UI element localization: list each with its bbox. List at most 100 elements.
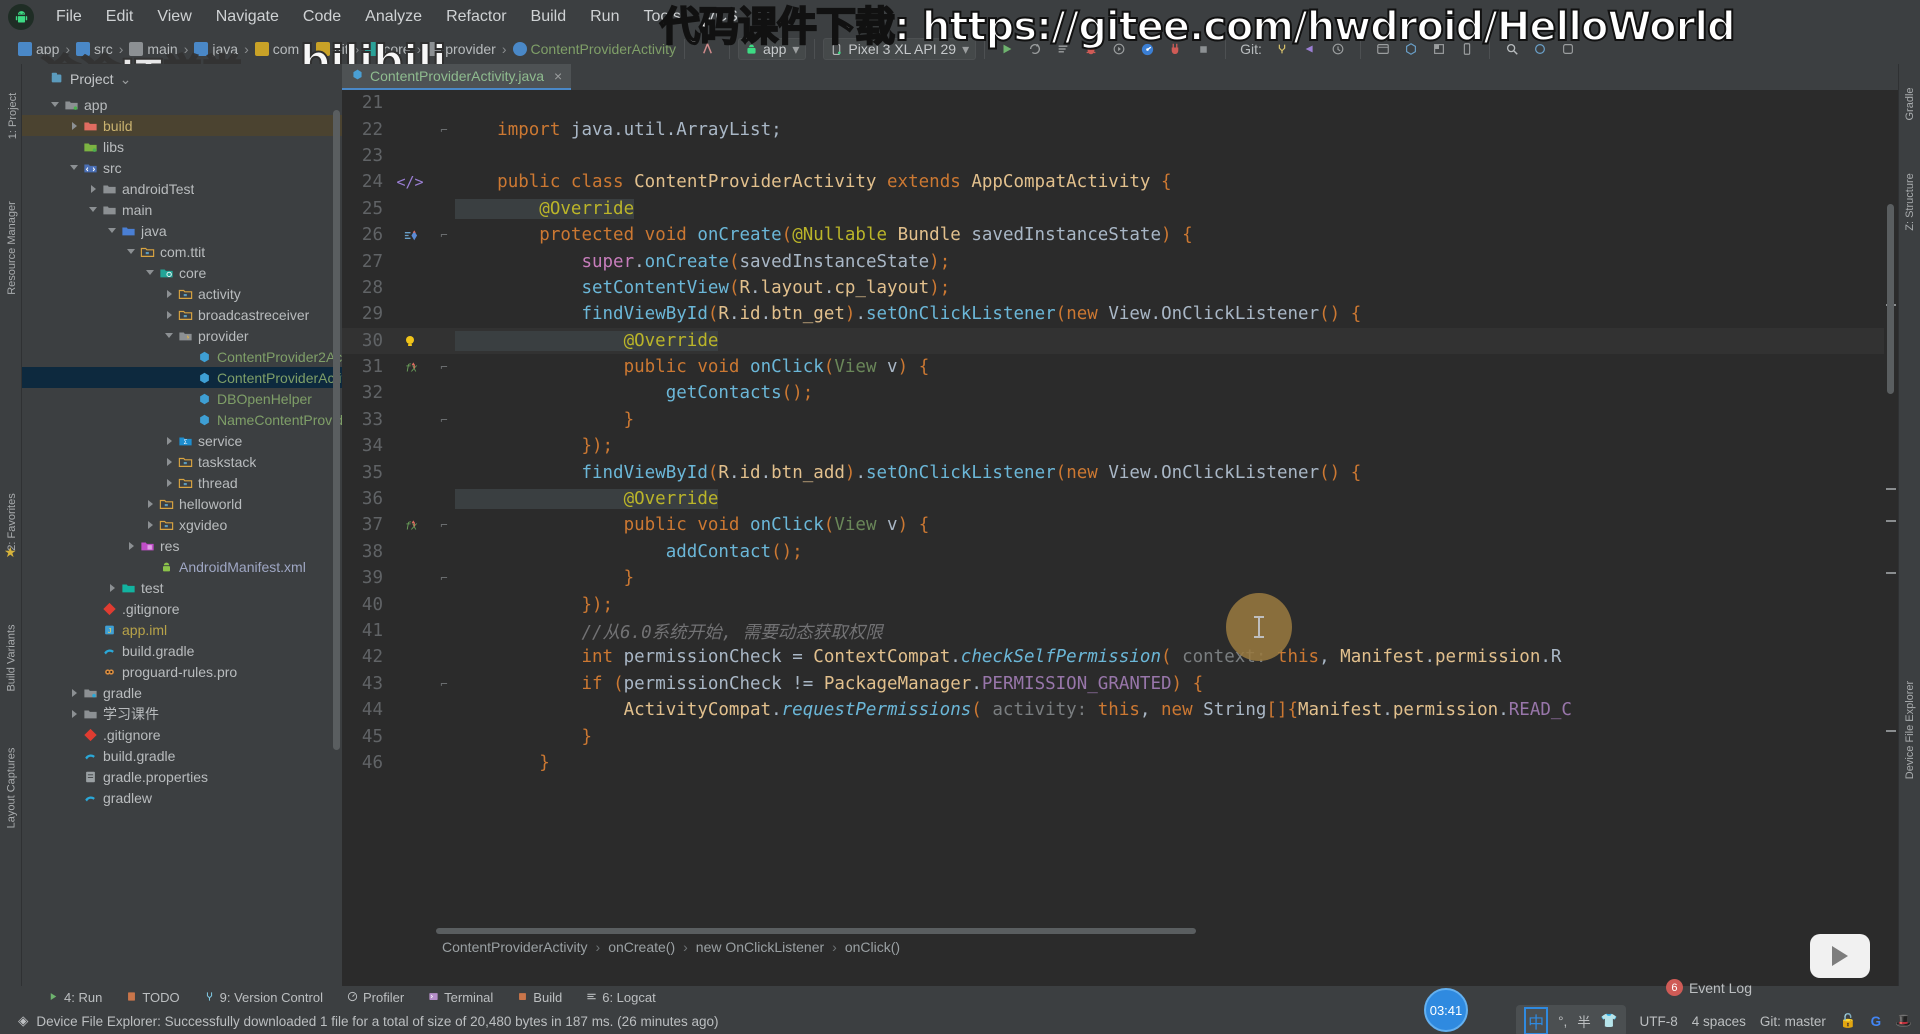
fold-open[interactable]: ⌐ bbox=[433, 360, 455, 374]
code-line[interactable]: 26 ⌐ protected void onCreate(@Nullable Bu… bbox=[342, 222, 1898, 248]
code-line[interactable]: 23 bbox=[342, 143, 1898, 169]
tree-item-contentprovider2activity[interactable]: ContentProvider2Activity bbox=[22, 346, 342, 367]
code-line[interactable]: 38 addContact(); bbox=[342, 539, 1898, 565]
chevron-down-icon[interactable] bbox=[49, 98, 62, 111]
menu-run[interactable]: Run bbox=[578, 5, 631, 29]
status-encoding[interactable]: UTF-8 bbox=[1640, 1014, 1678, 1029]
chevron-down-icon[interactable] bbox=[144, 266, 157, 279]
fold-open[interactable]: ⌐ bbox=[433, 228, 455, 242]
lock-icon[interactable]: 🔓 bbox=[1840, 1013, 1857, 1029]
menu-file[interactable]: File bbox=[44, 5, 94, 29]
tree-item-core[interactable]: core bbox=[22, 262, 342, 283]
close-icon[interactable]: × bbox=[554, 68, 562, 84]
tree-item--gitignore[interactable]: .gitignore bbox=[22, 724, 342, 745]
fold-open[interactable]: ⌐ bbox=[433, 518, 455, 532]
chevron-right-icon[interactable] bbox=[106, 581, 119, 594]
strip-device-file-explorer[interactable]: Device File Explorer bbox=[1904, 665, 1916, 795]
code-line[interactable]: 31 fx ⌐ public void onClick(View v) { bbox=[342, 354, 1898, 380]
tree-item-libs[interactable]: libs bbox=[22, 136, 342, 157]
code-line[interactable]: 37 fx ⌐ public void onClick(View v) { bbox=[342, 512, 1898, 538]
fold-close[interactable]: ⌐ bbox=[433, 571, 455, 585]
tree-item-contentprovideractivity[interactable]: ContentProviderActivity bbox=[22, 367, 342, 388]
breadcrumb-class-name[interactable]: ContentProviderActivity bbox=[442, 939, 588, 955]
tree-item-proguard-rules-pro[interactable]: proguard-rules.pro bbox=[22, 661, 342, 682]
code-line[interactable]: 33 ⌐ } bbox=[342, 407, 1898, 433]
strip-structure[interactable]: Z: Structure bbox=[1904, 157, 1916, 247]
tree-item-gradle-properties[interactable]: gradle.properties bbox=[22, 766, 342, 787]
tree-item-androidmanifest-xml[interactable]: AndroidManifest.xml bbox=[22, 556, 342, 577]
menu-code[interactable]: Code bbox=[291, 5, 353, 29]
project-panel-header[interactable]: Project ⌄ bbox=[22, 64, 342, 94]
code-line[interactable]: 25 @Override bbox=[342, 196, 1898, 222]
tool-profiler[interactable]: Profiler bbox=[335, 990, 416, 1005]
breadcrumb-com[interactable]: com bbox=[273, 41, 299, 57]
chevron-right-icon[interactable] bbox=[125, 539, 138, 552]
tree-item-dbopenhelper[interactable]: DBOpenHelper bbox=[22, 388, 342, 409]
chevron-right-icon[interactable] bbox=[163, 434, 176, 447]
breadcrumb-listener[interactable]: new OnClickListener bbox=[696, 939, 824, 955]
tree-item-service[interactable]: Σservice bbox=[22, 430, 342, 451]
code-line[interactable]: 27 super.onCreate(savedInstanceState); bbox=[342, 248, 1898, 274]
chevron-down-icon[interactable] bbox=[87, 203, 100, 216]
code-line[interactable]: 21 bbox=[342, 90, 1898, 116]
chevron-right-icon[interactable] bbox=[68, 119, 81, 132]
event-log-label[interactable]: Event Log bbox=[1689, 980, 1752, 996]
editor-tab[interactable]: ContentProviderActivity.java × bbox=[342, 64, 572, 90]
menu-refactor[interactable]: Refactor bbox=[434, 5, 518, 29]
fold-open[interactable]: ⌐ bbox=[433, 123, 455, 137]
chevron-right-icon[interactable] bbox=[163, 476, 176, 489]
status-indent[interactable]: 4 spaces bbox=[1692, 1014, 1746, 1029]
breadcrumb-onclick[interactable]: onClick() bbox=[845, 939, 900, 955]
tree-item-provider[interactable]: provider bbox=[22, 325, 342, 346]
menu-view[interactable]: View bbox=[145, 5, 203, 29]
tool-logcat[interactable]: 6: Logcat bbox=[574, 990, 668, 1005]
chevron-right-icon[interactable] bbox=[68, 707, 81, 720]
bulb-icon[interactable] bbox=[387, 333, 433, 349]
tree-item-build-gradle[interactable]: build.gradle bbox=[22, 640, 342, 661]
tree-item-app[interactable]: app bbox=[22, 94, 342, 115]
code-line[interactable]: 46 } bbox=[342, 750, 1898, 776]
code-content[interactable]: 21 22 ⌐ import java.util.ArrayList; 23 24 </>… bbox=[342, 90, 1898, 934]
status-toggle-icon[interactable]: ◈ bbox=[18, 1013, 28, 1029]
chevron-right-icon[interactable] bbox=[144, 497, 157, 510]
fx-icon[interactable]: fx bbox=[387, 518, 433, 533]
strip-resource-manager[interactable]: Resource Manager bbox=[6, 188, 18, 308]
chevron-right-icon[interactable] bbox=[87, 182, 100, 195]
tree-item-res[interactable]: res bbox=[22, 535, 342, 556]
tool-version-control[interactable]: 9: Version Control bbox=[192, 990, 335, 1005]
code-line[interactable]: 32 getContacts(); bbox=[342, 380, 1898, 406]
tree-item-java[interactable]: java bbox=[22, 220, 342, 241]
tree-item-taskstack[interactable]: taskstack bbox=[22, 451, 342, 472]
code-line[interactable]: 34 }); bbox=[342, 433, 1898, 459]
ime-chinese-icon[interactable]: 中 bbox=[1524, 1007, 1549, 1034]
menu-navigate[interactable]: Navigate bbox=[204, 5, 291, 29]
tree-item-androidtest[interactable]: androidTest bbox=[22, 178, 342, 199]
chevron-right-icon[interactable] bbox=[68, 686, 81, 699]
code-line[interactable]: 24 </> public class ContentProviderActivi… bbox=[342, 169, 1898, 195]
fold-close[interactable]: ⌐ bbox=[433, 413, 455, 427]
editor-breadcrumb[interactable]: ContentProviderActivity › onCreate() › n… bbox=[342, 934, 1898, 960]
ime-halfwidth-icon[interactable]: 半 bbox=[1577, 1011, 1591, 1031]
tree-item-build-gradle[interactable]: build.gradle bbox=[22, 745, 342, 766]
code-line[interactable]: 43 ⌐ if (permissionCheck != PackageManage… bbox=[342, 671, 1898, 697]
tool-terminal[interactable]: Terminal bbox=[416, 990, 505, 1005]
chevron-right-icon[interactable] bbox=[163, 287, 176, 300]
chevron-right-icon[interactable] bbox=[144, 518, 157, 531]
chevron-right-icon[interactable] bbox=[163, 308, 176, 321]
code-line[interactable]: 35 findViewById(R.id.btn_add).setOnClick… bbox=[342, 459, 1898, 485]
tree-item-gradlew[interactable]: gradlew bbox=[22, 787, 342, 808]
chevron-down-icon[interactable] bbox=[163, 329, 176, 342]
tree-item-build[interactable]: build bbox=[22, 115, 342, 136]
event-log-group[interactable]: 6 Event Log bbox=[1665, 979, 1752, 996]
menu-analyze[interactable]: Analyze bbox=[353, 5, 434, 29]
code-icon[interactable]: </> bbox=[387, 173, 433, 191]
google-icon[interactable]: G bbox=[1871, 1014, 1882, 1029]
project-tree[interactable]: app build libs src androidTest main java com.tt… bbox=[22, 94, 342, 986]
strip-layout-captures[interactable]: Layout Captures bbox=[6, 731, 18, 846]
tree-item-thread[interactable]: thread bbox=[22, 472, 342, 493]
project-scrollbar[interactable] bbox=[333, 110, 340, 750]
status-branch[interactable]: Git: master bbox=[1760, 1014, 1826, 1029]
breadcrumb-provider[interactable]: provider bbox=[445, 41, 496, 57]
tool-run[interactable]: 4: Run bbox=[36, 990, 114, 1005]
tree-item-src[interactable]: src bbox=[22, 157, 342, 178]
